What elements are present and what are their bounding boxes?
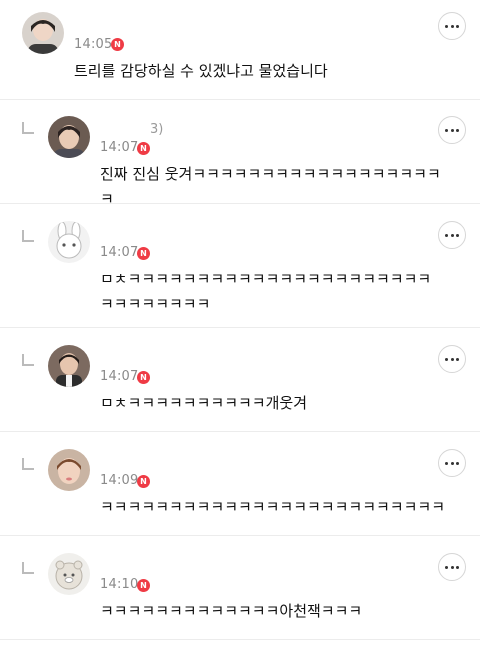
more-dots-icon [445, 565, 449, 569]
avatar[interactable] [48, 221, 90, 263]
more-options-button[interactable] [438, 553, 466, 581]
reply-arrow-icon [22, 122, 34, 134]
comment-time: 14:07 [100, 369, 139, 384]
new-badge: N [137, 247, 150, 260]
comment-text: 트리를 감당하실 수 있겠냐고 물었습니다 [74, 62, 328, 80]
reply-arrow-icon [22, 354, 34, 366]
avatar[interactable] [48, 116, 90, 158]
more-dots-icon [445, 128, 449, 132]
new-badge: N [137, 475, 150, 488]
new-badge: N [137, 579, 150, 592]
comment-time: 14:07 [100, 140, 139, 155]
avatar[interactable] [48, 345, 90, 387]
new-badge: N [111, 38, 124, 51]
comment-time: 14:09 [100, 473, 139, 488]
comment-text: ㅁㅊㅋㅋㅋㅋㅋㅋㅋㅋㅋㅋ개웃겨 [100, 394, 308, 412]
comment-text: ㅋㅋㅋㅋㅋㅋㅋㅋㅋㅋㅋㅋㅋㅋㅋㅋㅋㅋㅋㅋㅋㅋㅋㅋㅋ [100, 498, 446, 516]
comment-time: 14:07 [100, 245, 139, 260]
reply-item: 3) 14:07 N 진짜 진심 웃겨ㅋㅋㅋㅋㅋㅋㅋㅋㅋㅋㅋㅋㅋㅋㅋㅋㅋㅋㅋ [0, 100, 480, 208]
more-dots-icon [445, 233, 449, 237]
avatar[interactable] [48, 449, 90, 491]
author-name[interactable]: 3) [150, 122, 163, 137]
reply-item: 14:09 N ㅋㅋㅋㅋㅋㅋㅋㅋㅋㅋㅋㅋㅋㅋㅋㅋㅋㅋㅋㅋㅋㅋㅋㅋㅋ [0, 432, 480, 536]
reply-arrow-icon [22, 458, 34, 470]
reply-arrow-icon [22, 230, 34, 242]
avatar[interactable] [22, 12, 64, 54]
reply-arrow-icon [22, 562, 34, 574]
comment-time: 14:10 [100, 577, 139, 592]
more-options-button[interactable] [438, 221, 466, 249]
reply-item: 14:10 N ㅋㅋㅋㅋㅋㅋㅋㅋㅋㅋㅋㅋㅋ아천잭ㅋㅋㅋ [0, 536, 480, 640]
more-options-button[interactable] [438, 449, 466, 477]
comment-time: 14:05 [74, 37, 113, 52]
new-badge: N [137, 142, 150, 155]
more-options-button[interactable] [438, 12, 466, 40]
reply-item: 14:07 N ㅁㅊㅋㅋㅋㅋㅋㅋㅋㅋㅋㅋ개웃겨 [0, 328, 480, 432]
more-options-button[interactable] [438, 116, 466, 144]
comment-text: ㅁㅊㅋㅋㅋㅋㅋㅋㅋㅋㅋㅋㅋㅋㅋㅋㅋㅋㅋㅋㅋㅋㅋㅋㅋㅋㅋㅋㅋㅋㅋㅋ [100, 270, 432, 313]
more-options-button[interactable] [438, 345, 466, 373]
more-dots-icon [445, 461, 449, 465]
avatar[interactable] [48, 553, 90, 595]
new-badge: N [137, 371, 150, 384]
comment-text: ㅋㅋㅋㅋㅋㅋㅋㅋㅋㅋㅋㅋㅋ아천잭ㅋㅋㅋ [100, 602, 363, 620]
more-dots-icon [445, 357, 449, 361]
comment-item: 14:05 N 트리를 감당하실 수 있겠냐고 물었습니다 [0, 0, 480, 100]
more-dots-icon [445, 24, 449, 28]
reply-item: 14:07 N ㅁㅊㅋㅋㅋㅋㅋㅋㅋㅋㅋㅋㅋㅋㅋㅋㅋㅋㅋㅋㅋㅋㅋㅋㅋㅋㅋㅋㅋㅋㅋㅋ [0, 204, 480, 328]
